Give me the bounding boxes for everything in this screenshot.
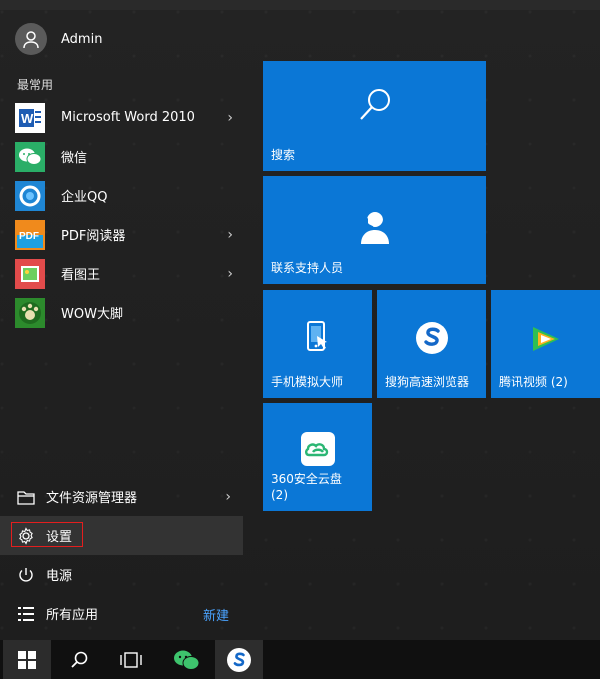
taskbar [0, 640, 600, 679]
app-item-wechat[interactable]: 微信 [15, 137, 245, 176]
app-label: Microsoft Word 2010 [61, 110, 195, 125]
wechat-taskbar-button[interactable] [162, 640, 210, 679]
task-view-icon [120, 651, 142, 668]
cloud-disk-icon [300, 431, 336, 471]
tile-label: 360安全云盘 (2) [271, 471, 342, 503]
wechat-icon [15, 141, 45, 172]
wechat-icon [174, 650, 200, 670]
search-icon [355, 85, 395, 129]
power-label: 电源 [46, 569, 73, 584]
task-view-button[interactable] [107, 640, 155, 679]
start-button[interactable] [3, 640, 51, 679]
desktop-top-strip [0, 0, 600, 10]
tile-360-cloud[interactable]: 360安全云盘 (2) [263, 403, 372, 511]
pdf-reader-icon: PDF [15, 219, 45, 250]
tile-label-line: 360安全云盘 [271, 472, 342, 486]
user-name: Admin [61, 31, 103, 47]
tile-contact-support[interactable]: 联系支持人员 [263, 176, 486, 284]
user-account[interactable]: Admin [15, 22, 102, 56]
tile-label: 搜狗高速浏览器 [385, 375, 470, 389]
search-icon [71, 651, 88, 668]
tile-search[interactable]: 搜索 [263, 61, 486, 171]
tencent-video-icon [529, 324, 563, 358]
list-icon [15, 603, 37, 625]
tile-tencent-video[interactable]: 腾讯视频 (2) [491, 290, 600, 398]
image-viewer-icon [15, 258, 45, 289]
enterprise-qq-icon [15, 180, 45, 211]
tile-sogou-browser[interactable]: 搜狗高速浏览器 [377, 290, 486, 398]
app-item-wow[interactable]: WOW大脚 [15, 293, 245, 332]
settings-item[interactable]: 设置 [0, 516, 243, 555]
svg-text:PDF: PDF [19, 231, 39, 242]
sogou-taskbar-button[interactable] [215, 640, 263, 679]
most-used-label: 最常用 [17, 78, 54, 92]
app-label: PDF阅读器 [61, 229, 126, 244]
tile-label: 手机模拟大师 [271, 375, 344, 389]
most-used-list: W Microsoft Word 2010 › 微信 企业QQ PDF PDF阅… [15, 98, 245, 332]
tile-label: 腾讯视频 (2) [499, 375, 568, 389]
tile-phone-emulator[interactable]: 手机模拟大师 [263, 290, 372, 398]
app-label: 看图王 [61, 268, 101, 283]
windows-logo-icon [18, 650, 36, 669]
power-icon [15, 564, 37, 586]
search-button[interactable] [55, 640, 103, 679]
all-apps-label: 所有应用 [46, 608, 99, 623]
app-label: 企业QQ [61, 190, 108, 205]
chevron-right-icon[interactable]: › [227, 227, 233, 243]
all-apps-item[interactable]: 所有应用 新建 [0, 594, 243, 633]
wow-icon [15, 297, 45, 328]
sogou-browser-icon [414, 320, 450, 360]
app-item-enterprise-qq[interactable]: 企业QQ [15, 176, 245, 215]
phone-emulator-icon [303, 320, 333, 358]
power-item[interactable]: 电源 [0, 555, 243, 594]
app-label: WOW大脚 [61, 307, 123, 322]
start-bottom-list: 文件资源管理器 › 设置 电源 所有应用 新建 [0, 477, 243, 633]
svg-text:W: W [21, 111, 34, 126]
app-item-word[interactable]: W Microsoft Word 2010 › [15, 98, 245, 137]
app-label: 微信 [61, 151, 88, 166]
settings-highlight-box [11, 522, 83, 547]
tile-label: 搜索 [271, 148, 296, 162]
word-icon: W [15, 102, 45, 133]
avatar-icon [15, 23, 47, 55]
chevron-right-icon[interactable]: › [225, 489, 231, 505]
app-item-pdf-reader[interactable]: PDF PDF阅读器 › [15, 215, 245, 254]
chevron-right-icon[interactable]: › [227, 266, 233, 282]
new-badge: 新建 [202, 609, 229, 624]
chevron-right-icon[interactable]: › [227, 110, 233, 126]
tile-label: 联系支持人员 [271, 261, 344, 275]
file-explorer-item[interactable]: 文件资源管理器 › [0, 477, 243, 516]
start-menu: Admin 最常用 W Microsoft Word 2010 › 微信 企业Q… [0, 10, 600, 640]
app-item-image-viewer[interactable]: 看图王 › [15, 254, 245, 293]
folder-icon [15, 486, 37, 508]
tile-label-count: (2) [271, 488, 288, 502]
file-explorer-label: 文件资源管理器 [46, 491, 138, 506]
support-agent-icon [355, 206, 395, 250]
sogou-browser-icon [227, 647, 251, 672]
